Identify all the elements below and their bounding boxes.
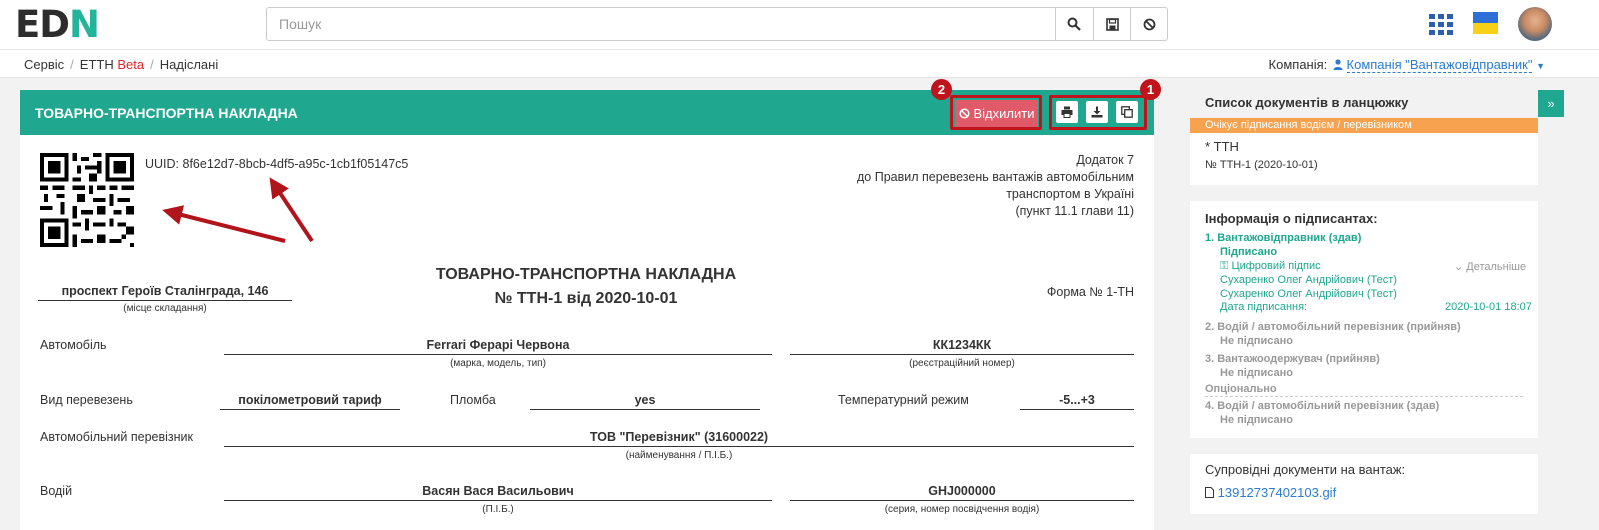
signer-3-status: Не підписано: [1220, 367, 1293, 379]
chain-doc-number: № ТТН-1 (2020-10-01): [1205, 159, 1318, 171]
signer-1-title: 1. Вантажовідправник (здав): [1205, 232, 1362, 244]
optional-divider: Опціонально: [1205, 383, 1523, 397]
signer-2-title: 2. Водій / автомобільний перевізник (при…: [1205, 321, 1461, 333]
expand-panel-button[interactable]: »: [1538, 90, 1564, 117]
signer-1-status: Підписано: [1220, 246, 1278, 258]
signer-1-date-label: Дата підписання:: [1220, 301, 1308, 313]
attachments-panel: Супровідні документи на вантаж: 13912737…: [1190, 454, 1538, 514]
chevron-down-icon: ⌄: [1454, 261, 1464, 273]
signer-1-name-2: Сухаренко Олег Андрійович (Тест): [1220, 288, 1397, 300]
signer-4-title: 4. Водій / автомобільний перевізник (зда…: [1205, 400, 1440, 412]
signers-title: Інформація о підписантах:: [1205, 211, 1378, 226]
chain-status: Очікує підписання водієм / перевізником: [1190, 118, 1538, 133]
attachments-title: Супровідні документи на вантаж:: [1205, 462, 1406, 477]
chain-document-card[interactable]: * ТТН № ТТН-1 (2020-10-01): [1190, 133, 1538, 185]
signer-2-status: Не підписано: [1220, 335, 1293, 347]
signer-1-signature[interactable]: ⚿ Цифровий підпис: [1220, 260, 1321, 273]
signers-panel: Інформація о підписантах: 1. Вантажовідп…: [1190, 201, 1538, 438]
chain-title: Список документів в ланцюжку: [1205, 95, 1409, 110]
signer-3-title: 3. Вантажоодержувач (прийняв): [1205, 353, 1380, 365]
signer-1-details-toggle[interactable]: ⌄ Детальніше: [1454, 260, 1526, 273]
signer-1-date: 2020-10-01 18:07: [1445, 301, 1532, 313]
key-icon: ⚿: [1220, 260, 1229, 272]
attachment-file-link[interactable]: 13912737402103.gif: [1205, 485, 1336, 500]
chain-panel: Список документів в ланцюжку Очікує підп…: [1190, 90, 1538, 185]
file-icon: [1205, 487, 1214, 498]
chain-doc-name: * ТТН: [1205, 139, 1239, 154]
signer-1-name-1: Сухаренко Олег Андрійович (Тест): [1220, 274, 1397, 286]
signer-4-status: Не підписано: [1220, 414, 1293, 426]
